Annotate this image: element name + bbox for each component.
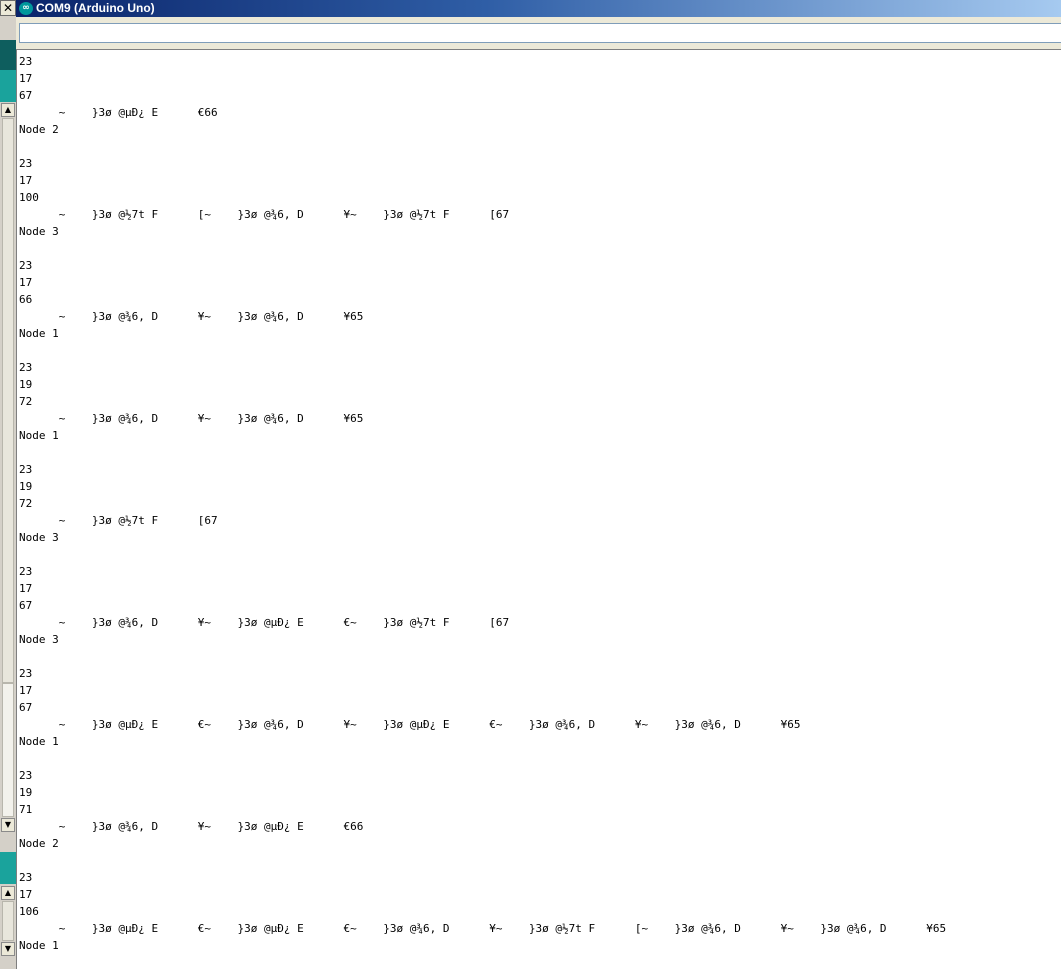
serial-output-line: ~ }3ø @µÐ¿ E €~ }3ø @µÐ¿ E €~ }3ø @¾6, D… bbox=[19, 922, 947, 935]
serial-output-line: 67 bbox=[19, 701, 33, 714]
serial-output-line: Node 3 bbox=[19, 225, 59, 238]
serial-output-line bbox=[19, 750, 946, 767]
serial-output-line: ~ }3ø @¾6, D ¥~ }3ø @µÐ¿ E €66 bbox=[19, 820, 364, 833]
serial-output-line: Node 3 bbox=[19, 531, 59, 544]
serial-send-input[interactable] bbox=[19, 23, 1061, 43]
background-window-strip: ✕ ▲ ▼ ▲ ▼ bbox=[0, 0, 16, 969]
serial-output-line: 19 bbox=[19, 480, 33, 493]
serial-output-line: 17 bbox=[19, 888, 33, 901]
serial-output-line bbox=[19, 342, 946, 359]
serial-output-line: 100 bbox=[19, 191, 39, 204]
serial-output-line: 106 bbox=[19, 905, 39, 918]
serial-output-line: 67 bbox=[19, 599, 33, 612]
scrollbar-track[interactable] bbox=[2, 118, 14, 683]
serial-output-line: Node 3 bbox=[19, 633, 59, 646]
serial-output-line: Node 2 bbox=[19, 837, 59, 850]
serial-output-line: 23 bbox=[19, 463, 33, 476]
serial-output-line: 23 bbox=[19, 361, 33, 374]
title-bar[interactable]: ∞ COM9 (Arduino Uno) bbox=[16, 0, 1061, 17]
serial-output-line: 17 bbox=[19, 276, 33, 289]
serial-output-line: 72 bbox=[19, 395, 33, 408]
serial-output-line: 71 bbox=[19, 803, 33, 816]
background-teal-band bbox=[0, 852, 16, 884]
serial-output-line: 23 bbox=[19, 157, 33, 170]
serial-output-line bbox=[19, 546, 946, 563]
background-close-icon[interactable]: ✕ bbox=[0, 0, 16, 16]
serial-output-line: 19 bbox=[19, 378, 33, 391]
serial-output-line: ~ }3ø @¾6, D ¥~ }3ø @¾6, D ¥65 bbox=[19, 310, 364, 323]
serial-output-line: 23 bbox=[19, 667, 33, 680]
serial-output-line bbox=[19, 444, 946, 461]
serial-output-line: Node 1 bbox=[19, 429, 59, 442]
serial-output-line: ~ }3ø @µÐ¿ E €~ }3ø @¾6, D ¥~ }3ø @µÐ¿ E… bbox=[19, 718, 801, 731]
serial-output-line: 23 bbox=[19, 55, 33, 68]
serial-output-line bbox=[19, 852, 946, 869]
scrollbar-track[interactable] bbox=[2, 901, 14, 941]
serial-output-line: ~ }3ø @µÐ¿ E €66 bbox=[19, 106, 218, 119]
serial-output-line bbox=[19, 648, 946, 665]
background-teal-band bbox=[0, 40, 16, 70]
serial-output-line: 23 bbox=[19, 769, 33, 782]
background-teal-band bbox=[0, 70, 16, 102]
scrollbar-thumb[interactable] bbox=[2, 683, 14, 817]
window-title: COM9 (Arduino Uno) bbox=[36, 1, 155, 15]
serial-output-text: 23 17 67 ~ }3ø @µÐ¿ E €66 Node 2 23 17 100 ~ … bbox=[19, 53, 946, 954]
scroll-up-icon[interactable]: ▲ bbox=[1, 886, 15, 900]
serial-output-line bbox=[19, 138, 946, 155]
serial-output-line: 67 bbox=[19, 89, 33, 102]
serial-output-line: 17 bbox=[19, 174, 33, 187]
send-bar bbox=[16, 17, 1061, 49]
serial-output-line: 17 bbox=[19, 72, 33, 85]
serial-output-line: 17 bbox=[19, 684, 33, 697]
serial-output-area[interactable]: 23 17 67 ~ }3ø @µÐ¿ E €66 Node 2 23 17 100 ~ … bbox=[16, 49, 1061, 969]
scroll-down-icon[interactable]: ▼ bbox=[1, 818, 15, 832]
serial-output-line: Node 2 bbox=[19, 123, 59, 136]
serial-output-line bbox=[19, 240, 946, 257]
serial-output-line: 23 bbox=[19, 565, 33, 578]
serial-output-line: Node 1 bbox=[19, 327, 59, 340]
scroll-up-icon[interactable]: ▲ bbox=[1, 103, 15, 117]
serial-output-line: ~ }3ø @¾6, D ¥~ }3ø @¾6, D ¥65 bbox=[19, 412, 364, 425]
serial-output-line: Node 1 bbox=[19, 735, 59, 748]
serial-output-line: ~ }3ø @¾6, D ¥~ }3ø @µÐ¿ E €~ }3ø @½7t F… bbox=[19, 616, 510, 629]
serial-output-line: 72 bbox=[19, 497, 33, 510]
serial-output-line: 66 bbox=[19, 293, 33, 306]
serial-output-line: Node 1 bbox=[19, 939, 59, 952]
serial-output-line: 23 bbox=[19, 259, 33, 272]
serial-output-line: 17 bbox=[19, 582, 33, 595]
scroll-down-icon[interactable]: ▼ bbox=[1, 942, 15, 956]
serial-output-line: 19 bbox=[19, 786, 33, 799]
serial-output-line: 23 bbox=[19, 871, 33, 884]
serial-output-line: ~ }3ø @½7t F [~ }3ø @¾6, D ¥~ }3ø @½7t F… bbox=[19, 208, 510, 221]
serial-output-line: ~ }3ø @½7t F [67 bbox=[19, 514, 218, 527]
arduino-logo-icon: ∞ bbox=[19, 2, 33, 15]
